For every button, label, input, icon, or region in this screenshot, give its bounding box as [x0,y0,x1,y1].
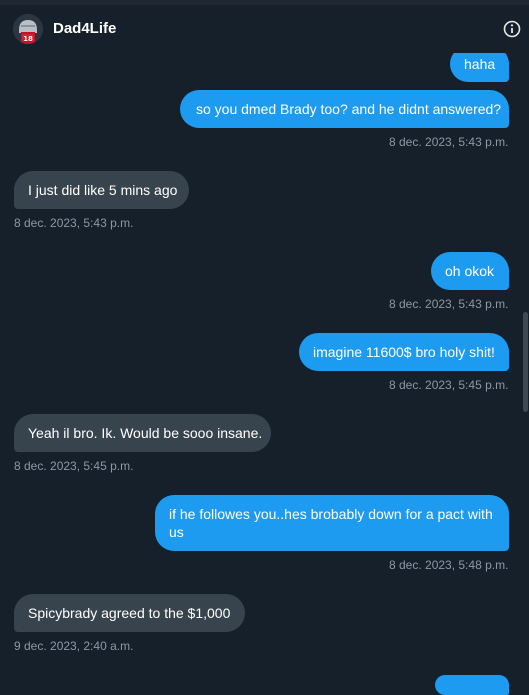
message-text: I just did like 5 mins ago [28,182,178,198]
message-bubble-outgoing[interactable] [435,675,509,695]
message-text: oh okok [445,263,495,279]
message-text: Yeah il bro. Ik. Would be sooo insane. [28,425,263,441]
svg-text:18: 18 [23,35,33,43]
avatar-helmet-icon[interactable]: 18 [13,14,43,44]
message-text: if he followes you..hes brobably down fo… [169,506,493,540]
message-text: Spicybrady agreed to the $1,000 [28,605,231,621]
message-text: haha [464,56,496,72]
message-timestamp: 9 dec. 2023, 2:40 a.m. [14,639,134,653]
message-timestamp: 8 dec. 2023, 5:43 p.m. [389,297,509,311]
scrollbar-thumb[interactable] [523,312,528,412]
message-bubble-outgoing[interactable]: if he followes you..hes brobably down fo… [155,495,509,551]
message-bubble-incoming[interactable]: Spicybrady agreed to the $1,000 [14,594,245,632]
message-timestamp: 8 dec. 2023, 5:43 p.m. [389,135,509,149]
message-text: so you dmed Brady too? and he didnt answ… [196,101,502,117]
message-thread[interactable]: haha so you dmed Brady too? and he didnt… [0,0,529,695]
conversation-header: 18 Dad4Life [0,5,529,53]
message-timestamp: 8 dec. 2023, 5:45 p.m. [14,459,134,473]
message-timestamp: 8 dec. 2023, 5:45 p.m. [389,378,509,392]
message-bubble-outgoing[interactable]: oh okok [431,252,509,290]
message-text: imagine 11600$ bro holy shit! [313,344,495,360]
conversation-title[interactable]: Dad4Life [53,19,116,39]
message-bubble-outgoing[interactable]: so you dmed Brady too? and he didnt answ… [180,90,509,128]
message-timestamp: 8 dec. 2023, 5:48 p.m. [389,558,509,572]
message-bubble-incoming[interactable]: I just did like 5 mins ago [14,171,189,209]
message-bubble-outgoing[interactable]: imagine 11600$ bro holy shit! [299,333,509,371]
message-bubble-incoming[interactable]: Yeah il bro. Ik. Would be sooo insane. [14,414,271,452]
message-timestamp: 8 dec. 2023, 5:43 p.m. [14,216,134,230]
info-icon[interactable] [502,19,522,39]
